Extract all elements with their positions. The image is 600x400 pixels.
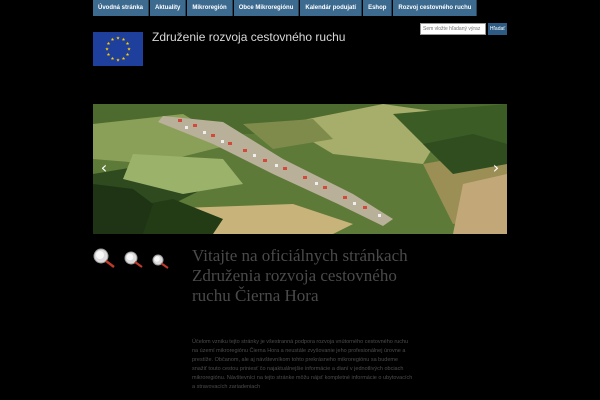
intro-paragraph: Účelom vzniku tejto stránky je všestrann… — [192, 339, 413, 390]
zoom-small-icon[interactable] — [152, 254, 169, 269]
welcome-heading: Vitajte na oficiálnych stránkach Združen… — [192, 246, 408, 305]
nav-item-kalendar[interactable]: Kalendár podujatí — [300, 0, 363, 16]
zoom-medium-icon[interactable] — [124, 251, 143, 268]
eu-flag-icon[interactable] — [93, 32, 143, 66]
nav-item-uvodna-stranka[interactable]: Úvodná stránka — [93, 0, 150, 16]
text-size-controls — [92, 247, 178, 271]
chevron-left-icon[interactable]: ‹ — [97, 160, 111, 176]
nav-item-aktuality[interactable]: Aktuality — [150, 0, 187, 16]
slider-image — [93, 104, 507, 234]
nav-item-obce[interactable]: Obce Mikroregiónu — [233, 0, 300, 16]
site-title[interactable]: Združenie rozvoja cestovného ruchu — [152, 30, 345, 44]
search-button[interactable]: Hľadať — [488, 23, 507, 35]
chevron-right-icon[interactable]: › — [489, 160, 503, 176]
nav-item-mikroregion[interactable]: Mikroregión — [187, 0, 233, 16]
main-nav: Úvodná stránka Aktuality Mikroregión Obc… — [93, 0, 478, 16]
magnifier-set — [93, 248, 169, 269]
nav-item-rozvoj[interactable]: Rozvoj cestovného ruchu — [393, 0, 478, 16]
image-slider: ‹ › — [93, 104, 507, 234]
nav-item-eshop[interactable]: Eshop — [363, 0, 393, 16]
eu-flag-stars — [93, 32, 143, 66]
zoom-large-icon[interactable] — [93, 248, 115, 268]
search-input[interactable] — [420, 23, 486, 35]
